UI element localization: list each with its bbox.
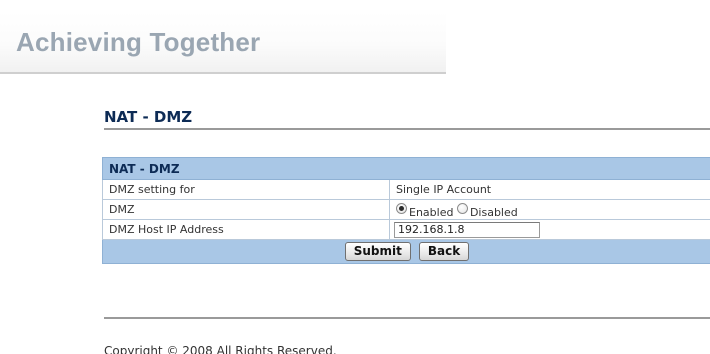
host-ip-label: DMZ Host IP Address [102,219,390,240]
host-ip-row: DMZ Host IP Address [102,219,710,240]
form-header-row: NAT - DMZ [102,157,710,180]
dmz-setting-value: Single IP Account [389,179,710,200]
form-header: NAT - DMZ [102,157,710,180]
dmz-disabled-radio[interactable] [456,203,468,214]
dmz-disabled-label[interactable]: Disabled [470,206,518,219]
dmz-toggle-row: DMZ Enabled Disabled [102,199,710,220]
dmz-radio-cell: Enabled Disabled [389,199,710,220]
form-actions: Submit Back [102,239,710,264]
brand-tagline: Achieving Together [16,27,261,57]
page: Achieving Together NAT - DMZ NAT - DMZ D… [0,0,710,354]
submit-button[interactable]: Submit [344,242,411,261]
dmz-label: DMZ [102,199,390,220]
title-divider [104,128,710,130]
dmz-setting-label: DMZ setting for [102,179,390,200]
dmz-setting-row: DMZ setting for Single IP Account [102,179,710,200]
back-button[interactable]: Back [418,242,470,261]
dmz-enabled-label[interactable]: Enabled [409,206,453,219]
host-ip-input[interactable] [394,221,540,238]
dmz-enabled-radio[interactable] [396,203,407,214]
host-ip-cell [389,219,710,240]
form-actions-row: Submit Back [102,239,710,264]
dmz-disabled-option[interactable]: Disabled [456,203,518,219]
dmz-enabled-option[interactable]: Enabled [396,203,453,219]
dmz-form-table: NAT - DMZ DMZ setting for Single IP Acco… [102,157,710,264]
footer-divider [104,317,710,319]
page-title: NAT - DMZ [104,108,193,126]
copyright-text: Copyright © 2008 All Rights Reserved. [104,344,337,354]
brand-banner: Achieving Together [0,12,446,74]
